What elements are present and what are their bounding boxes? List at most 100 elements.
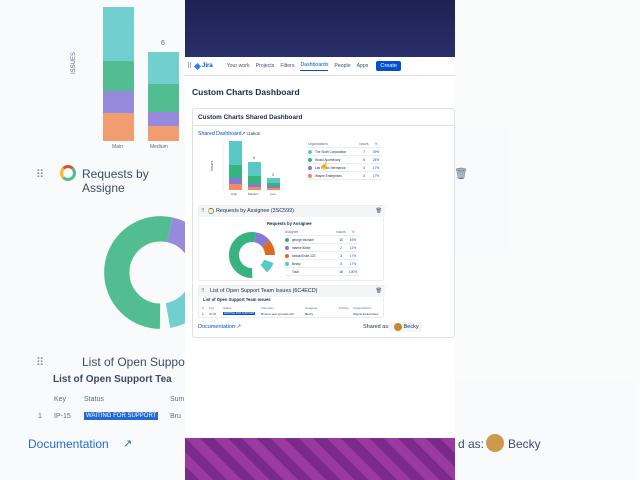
legend-pct[interactable]: 17%	[347, 254, 359, 258]
gadget-title: Requests by Assignee (3SC599)	[216, 208, 294, 214]
cell-summary[interactable]: Bruce's new gt seats will	[261, 312, 305, 316]
col-key: Key	[209, 306, 215, 310]
video-top-band	[185, 0, 455, 57]
legend-pct[interactable]: 11%	[347, 246, 359, 250]
nav-your-work[interactable]: Your work	[227, 63, 250, 69]
bg-list-title: List of Open Suppo	[82, 355, 185, 369]
nav-projects[interactable]: Projects	[256, 63, 275, 69]
legend-swatch	[285, 253, 289, 258]
legend-name: Wayne Enterprises	[315, 173, 342, 178]
bar-high-wayne	[229, 184, 242, 190]
col-assignee: Assignee	[305, 306, 318, 310]
bg-row-num: 1	[38, 413, 42, 420]
legend-header: Organizations Issues %	[308, 140, 382, 148]
gadget-header: ⠿ List of Open Support Team Issues (6C4E…	[199, 286, 385, 297]
legend-col-name: Organizations	[308, 141, 328, 146]
shared-user-chip[interactable]: Becky	[389, 322, 422, 332]
col-organizations: Organizations	[353, 306, 372, 310]
legend-name: george.michael	[292, 237, 314, 242]
bg-yaxis-label: ISSUES	[71, 51, 78, 75]
drag-handle-icon[interactable]: ⠿	[201, 208, 205, 214]
cell-key[interactable]: IP-15	[209, 312, 223, 316]
jira-logo-text: Jira	[202, 63, 213, 69]
avatar	[393, 323, 402, 331]
create-button[interactable]: Create	[376, 61, 401, 71]
chart-y-label: Issues	[210, 161, 214, 171]
legend-name: The Sloth Corporation	[315, 149, 347, 154]
legend-pct[interactable]: 17%	[347, 262, 359, 266]
status-badge: WAITING FOR SUPPORT	[223, 312, 256, 315]
legend-total-row: Total 18 100%	[285, 268, 359, 276]
legend-pct: 100%	[348, 269, 358, 274]
legend-pct[interactable]: 53%	[347, 238, 359, 242]
trash-icon[interactable]: 🗑	[376, 288, 382, 294]
external-link-icon: ↗	[236, 324, 242, 330]
shared-user-name: Becky	[403, 324, 419, 330]
table-row[interactable]: 1 IP-15 WAITING FOR SUPPORT Bruce's new …	[202, 311, 382, 317]
bar-label-low: 3	[272, 173, 274, 177]
organizations-gadget: Issues 6 3 High Medium Low Organizations…	[198, 127, 384, 197]
bar-low-pollos	[267, 186, 280, 188]
legend-name: Becky	[292, 261, 301, 266]
bg-list-subtitle: List of Open Support Tea	[53, 374, 172, 385]
bg-col-status: Status	[84, 396, 104, 403]
legend-col-pct: %	[351, 229, 355, 234]
cell-organization: Wayne Enterprises	[353, 312, 379, 316]
issue-list-title: List of Open Support Team Issues	[203, 297, 271, 302]
bg-row-key: IP-15	[54, 413, 71, 420]
legend-row: tobias.fünke.123 3 17%	[285, 252, 359, 260]
legend-issues: 3	[363, 173, 365, 178]
legend-issues: 2	[340, 245, 342, 250]
gadget-header: ⠿ Requests by Assignee (3SC599) 🗑	[199, 206, 385, 217]
nav-apps[interactable]: Apps	[357, 63, 369, 69]
legend-issues: 3	[340, 261, 342, 266]
open-support-issues-gadget: ⠿ List of Open Support Team Issues (6C4E…	[198, 285, 385, 318]
trash-icon[interactable]: 🗑	[376, 208, 382, 214]
issue-table: # Key Status Summary Assignee Priority O…	[202, 305, 382, 317]
bar-low-sloth	[267, 178, 280, 183]
shared-as: Shared as: Becky	[363, 322, 422, 332]
legend-pct[interactable]: 39%	[370, 150, 382, 154]
bg-drag-handle: ⠿	[36, 169, 45, 181]
x-label-medium: Medium	[248, 192, 259, 196]
legend-swatch	[285, 261, 289, 266]
legend-swatch	[308, 157, 312, 162]
jira-logo-icon	[193, 62, 202, 70]
documentation-link[interactable]: Documentation ↗	[198, 324, 241, 330]
hand-cursor-icon: ☝	[320, 163, 329, 170]
drag-handle-icon[interactable]: ⠿	[201, 288, 205, 294]
x-label-low: Low	[270, 192, 276, 196]
legend-issues: 5	[363, 157, 365, 162]
legend-name: maebe.fünke	[292, 245, 311, 250]
jira-logo[interactable]: Jira	[193, 62, 213, 70]
nav-filters[interactable]: Filters	[280, 63, 294, 69]
bar-low-woski	[267, 183, 280, 186]
x-label-high: High	[231, 192, 238, 196]
legend-pct[interactable]: 17%	[370, 166, 382, 170]
bar-medium-wayne	[248, 187, 261, 190]
assignee-donut-chart	[229, 232, 275, 278]
requests-by-assignee-gadget: ⠿ Requests by Assignee (3SC599) 🗑 Reques…	[198, 205, 385, 281]
legend-pct[interactable]: 28%	[370, 158, 382, 162]
background-left: 6 ISSUES Main Medium ⠿ Requests by Assig…	[0, 0, 217, 480]
nav-dashboards[interactable]: Dashboards	[300, 62, 329, 71]
donut-chart-title: Requests by Assignee	[267, 221, 312, 226]
col-number: #	[202, 306, 204, 310]
legend-col-issues: Issues	[336, 229, 346, 234]
bar-label-medium: 6	[253, 156, 255, 160]
bar-medium-pollos	[248, 184, 261, 187]
nav-people[interactable]: People	[334, 63, 350, 69]
legend-col-issues: Issues	[359, 141, 369, 146]
bg-col-summary: Sum	[170, 396, 185, 403]
bg-gadget-icon	[60, 165, 76, 181]
legend-name: Woski Apothecary	[315, 157, 341, 162]
legend-row: Becky 3 17%	[285, 260, 359, 268]
gadget-title: List of Open Support Team Issues (6C4ECD…	[210, 288, 318, 294]
legend-name: tobias.fünke.123	[292, 253, 316, 258]
legend-swatch	[308, 173, 312, 178]
bg-gadget-title: Requests by Assigne	[82, 167, 149, 195]
legend-issues: 3	[363, 165, 365, 170]
legend-header: Assignee Issues %	[285, 228, 359, 236]
legend-swatch	[308, 149, 312, 154]
legend-pct[interactable]: 17%	[370, 174, 382, 178]
